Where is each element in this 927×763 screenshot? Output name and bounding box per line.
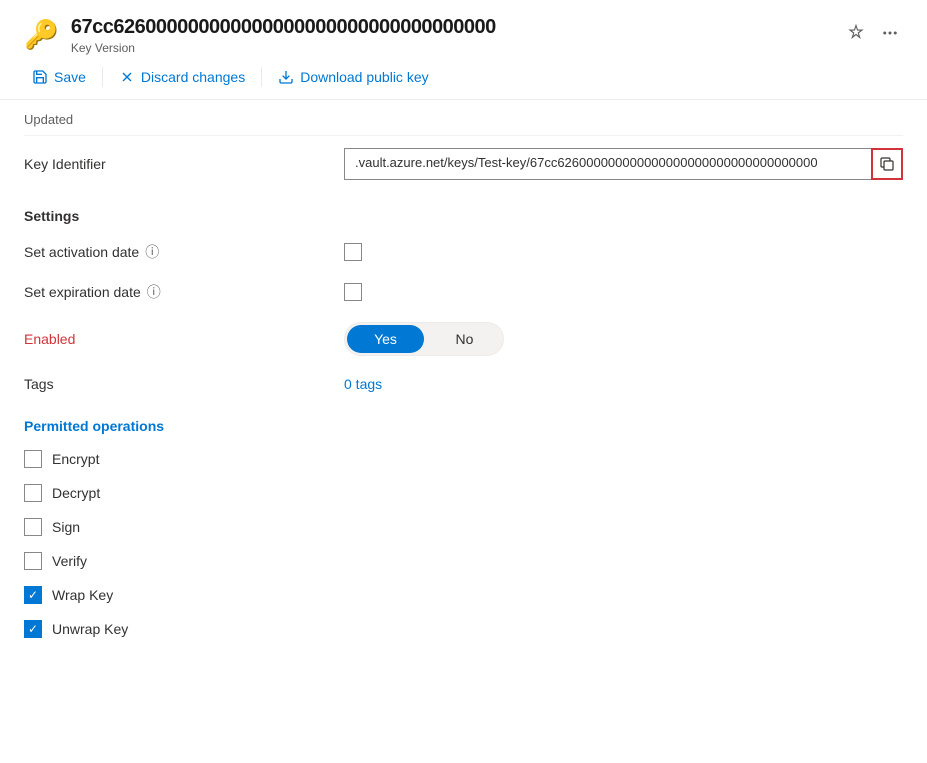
activation-date-label: Set activation date ⓘ (24, 242, 344, 262)
encrypt-row: Encrypt (24, 442, 903, 476)
page-subtitle: Key Version (71, 41, 496, 55)
wrap-key-row: Wrap Key (24, 578, 903, 612)
updated-label: Updated (24, 112, 344, 127)
download-button[interactable]: Download public key (270, 63, 436, 91)
page-title: 67cc626000000000000000000000000000000000 (71, 16, 496, 39)
unwrap-key-label: Unwrap Key (52, 621, 128, 637)
decrypt-checkbox[interactable] (24, 484, 42, 502)
toolbar-divider-2 (261, 67, 262, 87)
enabled-label-text: Enabled (24, 331, 344, 347)
expiration-date-row: Set expiration date ⓘ (24, 272, 903, 312)
pin-button[interactable] (843, 20, 869, 46)
updated-row: Updated (24, 108, 903, 136)
tags-link[interactable]: 0 tags (344, 376, 382, 392)
verify-checkbox[interactable] (24, 552, 42, 570)
copy-key-identifier-button[interactable] (871, 148, 903, 180)
tags-label: Tags (24, 376, 344, 392)
more-options-button[interactable] (877, 20, 903, 46)
download-icon (278, 69, 294, 85)
toolbar: Save Discard changes Download public key (0, 55, 927, 100)
content-area: Updated Key Identifier .vault.azure.net/… (0, 100, 927, 670)
activation-date-row: Set activation date ⓘ (24, 232, 903, 272)
discard-icon (119, 69, 135, 85)
activation-info-icon[interactable]: ⓘ (145, 242, 159, 262)
wrap-key-label: Wrap Key (52, 587, 113, 603)
expiration-date-label: Set expiration date ⓘ (24, 282, 344, 302)
enabled-no-option[interactable]: No (426, 323, 503, 355)
header-text: 67cc626000000000000000000000000000000000… (71, 16, 496, 55)
settings-header: Settings (24, 192, 903, 232)
key-identifier-label: Key Identifier (24, 156, 344, 172)
key-identifier-value: .vault.azure.net/keys/Test-key/67cc62600… (344, 148, 903, 180)
toolbar-divider-1 (102, 67, 103, 87)
key-icon: 🔑 (24, 18, 59, 51)
activation-date-checkbox[interactable] (344, 243, 362, 261)
enabled-toggle[interactable]: Yes No (344, 322, 504, 356)
verify-label: Verify (52, 553, 87, 569)
expiration-info-icon[interactable]: ⓘ (147, 282, 161, 302)
permitted-operations-header: Permitted operations (24, 402, 903, 442)
header-actions (843, 16, 903, 46)
encrypt-label: Encrypt (52, 451, 99, 467)
save-label: Save (54, 69, 86, 85)
save-icon (32, 69, 48, 85)
sign-row: Sign (24, 510, 903, 544)
unwrap-key-checkbox[interactable] (24, 620, 42, 638)
discard-label: Discard changes (141, 69, 245, 85)
sign-label: Sign (52, 519, 80, 535)
wrap-key-checkbox[interactable] (24, 586, 42, 604)
copy-icon (879, 156, 895, 172)
download-label: Download public key (300, 69, 428, 85)
verify-row: Verify (24, 544, 903, 578)
permitted-operations-list: Encrypt Decrypt Sign Verify Wrap Key Unw… (24, 442, 903, 646)
save-button[interactable]: Save (24, 63, 94, 91)
decrypt-row: Decrypt (24, 476, 903, 510)
key-identifier-row: Key Identifier .vault.azure.net/keys/Tes… (24, 136, 903, 192)
discard-button[interactable]: Discard changes (111, 63, 253, 91)
expiration-date-checkbox[interactable] (344, 283, 362, 301)
page-header: 🔑 67cc6260000000000000000000000000000000… (0, 0, 927, 55)
decrypt-label: Decrypt (52, 485, 100, 501)
key-identifier-input: .vault.azure.net/keys/Test-key/67cc62600… (344, 148, 871, 180)
enabled-yes-option[interactable]: Yes (347, 325, 424, 353)
sign-checkbox[interactable] (24, 518, 42, 536)
enabled-row: Enabled Yes No (24, 312, 903, 366)
unwrap-key-row: Unwrap Key (24, 612, 903, 646)
tags-row: Tags 0 tags (24, 366, 903, 402)
encrypt-checkbox[interactable] (24, 450, 42, 468)
